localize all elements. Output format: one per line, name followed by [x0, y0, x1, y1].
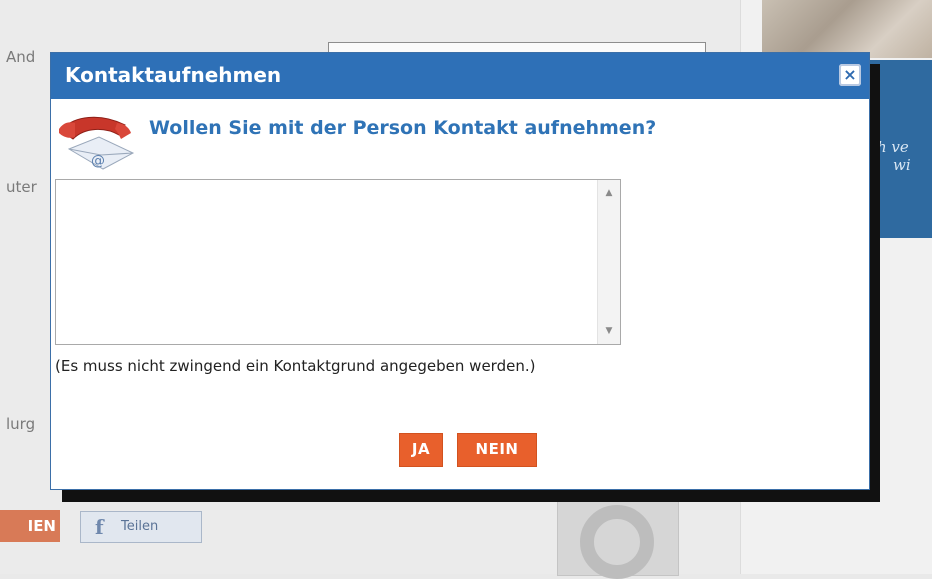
scroll-up-icon[interactable]: ▲ [598, 184, 620, 202]
profile-thumbnail [557, 492, 679, 579]
background-label: uter [6, 178, 37, 196]
contact-dialog: Kontaktaufnehmen × @ Wollen Sie mit der … [50, 52, 870, 490]
background-label: lurg [6, 415, 36, 433]
background-orange-button[interactable]: IEN [0, 510, 60, 542]
sidebar-photo [762, 0, 932, 58]
phone-envelope-icon: @ [59, 116, 135, 170]
contact-reason-textarea[interactable] [56, 180, 598, 344]
scroll-down-icon[interactable]: ▼ [598, 322, 620, 340]
dialog-question: Wollen Sie mit der Person Kontakt aufneh… [149, 117, 657, 139]
contact-reason-field[interactable]: ▲ ▼ [55, 179, 621, 345]
dialog-hint: (Es muss nicht zwingend ein Kontaktgrund… [55, 357, 536, 375]
textarea-scrollbar[interactable]: ▲ ▼ [597, 180, 620, 344]
yes-button[interactable]: JA [399, 433, 443, 467]
no-button[interactable]: NEIN [457, 433, 537, 467]
promo-text: h ve wi [877, 138, 911, 174]
svg-text:@: @ [91, 153, 105, 169]
dialog-title: Kontaktaufnehmen [65, 63, 282, 87]
close-icon[interactable]: × [839, 64, 861, 86]
facebook-icon: f [95, 515, 104, 539]
dialog-titlebar: Kontaktaufnehmen × [51, 53, 869, 99]
share-button[interactable]: f Teilen [80, 511, 202, 543]
background-label: And [6, 48, 36, 66]
share-button-label: Teilen [121, 519, 159, 534]
